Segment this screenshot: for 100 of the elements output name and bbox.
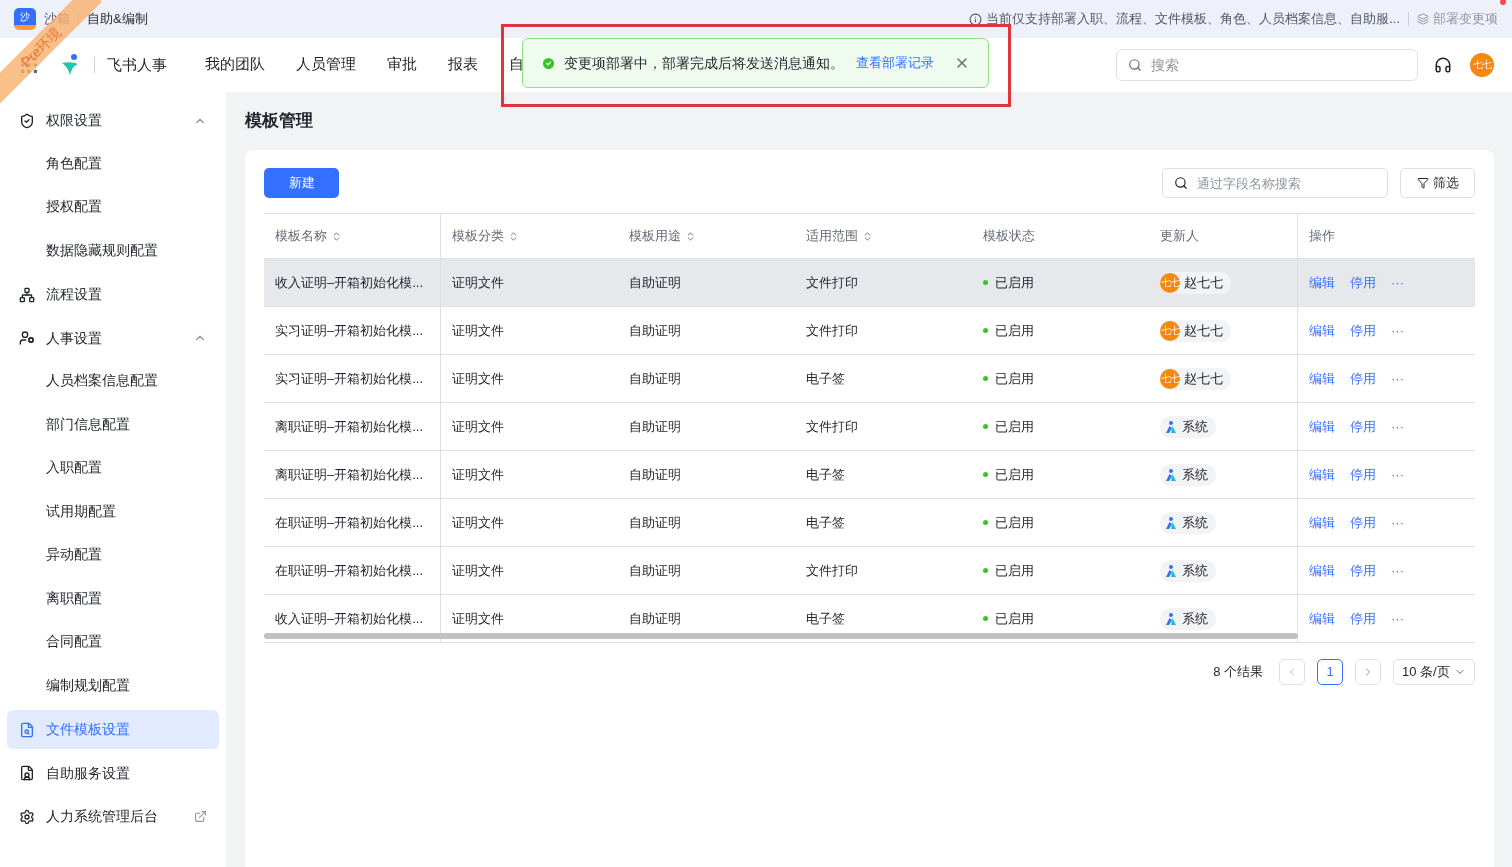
updater-name: 系统 [1182, 465, 1208, 484]
action-link[interactable]: 编辑 [1309, 416, 1335, 437]
scrollbar[interactable] [264, 633, 1298, 639]
menu-icon [19, 286, 35, 303]
action-link[interactable]: ··· [1391, 512, 1404, 533]
avatar: 七七 [1470, 53, 1494, 77]
support-icon[interactable] [1434, 56, 1452, 74]
sidebar-subitem[interactable]: 离职配置 [7, 579, 219, 619]
column-header: 更新人 [1160, 227, 1199, 246]
table-row[interactable]: 离职证明–开箱初始化模... 证明文件 自助证明 电子签 已启用 系统 编辑 停用 ··· [264, 451, 1475, 499]
updater-name: 赵七七 [1184, 321, 1223, 340]
table-row[interactable]: 在职证明–开箱初始化模... 证明文件 自助证明 文件打印 已启用 系统 编辑 停用 ··· [264, 547, 1475, 595]
status-text: 已启用 [995, 273, 1034, 292]
column-header: 操作 [1309, 227, 1335, 246]
action-link[interactable]: 停用 [1350, 416, 1376, 437]
field-search[interactable]: 通过字段名称搜索 [1162, 168, 1388, 198]
avatar: 七七 [1160, 368, 1180, 389]
sidebar-subitem[interactable]: 部门信息配置 [7, 405, 219, 445]
toast-message: 变更项部署中，部署完成后将发送消息通知。 [564, 53, 844, 73]
action-link[interactable]: ··· [1391, 608, 1404, 629]
search-field[interactable]: 搜索 [1116, 49, 1418, 81]
table-row[interactable]: 在职证明–开箱初始化模... 证明文件 自助证明 电子签 已启用 系统 编辑 停用 ··· [264, 499, 1475, 547]
updater-name: 赵七七 [1184, 273, 1223, 292]
menu-icon [19, 765, 35, 781]
action-link[interactable]: 编辑 [1309, 368, 1335, 389]
next-page-button[interactable] [1355, 659, 1381, 685]
system-icon [1164, 515, 1178, 530]
sidebar-item[interactable]: 权限设置 [7, 101, 219, 140]
action-link[interactable]: ··· [1391, 320, 1404, 341]
action-link[interactable]: 编辑 [1309, 464, 1335, 485]
table-cell-text: 证明文件 [452, 561, 504, 580]
action-link[interactable]: 停用 [1350, 272, 1376, 293]
sidebar-item[interactable]: 文件模板设置 [7, 710, 219, 749]
action-link[interactable]: 编辑 [1309, 320, 1335, 341]
updater-name: 系统 [1182, 609, 1208, 628]
nav-tab[interactable]: 人员管理 [296, 38, 356, 92]
nav-tab[interactable]: 我的团队 [205, 38, 265, 92]
action-link[interactable]: 停用 [1350, 320, 1376, 341]
sidebar-subitem[interactable]: 授权配置 [7, 188, 219, 227]
action-link[interactable]: 编辑 [1309, 608, 1335, 629]
sidebar-subitem[interactable]: 入职配置 [7, 449, 219, 488]
sidebar-subitem[interactable]: 角色配置 [7, 144, 219, 184]
table-row[interactable]: 实习证明–开箱初始化模... 证明文件 自助证明 文件打印 已启用 七七 赵七七 编辑 停用 ··· [264, 307, 1475, 355]
table-row[interactable]: 实习证明–开箱初始化模... 证明文件 自助证明 电子签 已启用 七七 赵七七 编辑 停用 ··· [264, 355, 1475, 403]
sidebar-item[interactable]: 人事设置 [7, 318, 219, 358]
table-cell-text: 证明文件 [452, 273, 504, 292]
sidebar-item[interactable]: 自助服务设置 [7, 753, 219, 793]
action-link[interactable]: 停用 [1350, 368, 1376, 389]
action-link[interactable]: ··· [1391, 368, 1404, 389]
action-link[interactable]: ··· [1391, 464, 1404, 485]
system-icon [1164, 419, 1178, 434]
action-link[interactable]: 编辑 [1309, 512, 1335, 533]
sort-icon[interactable] [331, 230, 342, 242]
table-cell-text: 自助证明 [629, 561, 681, 580]
table-cell-text: 自助证明 [629, 513, 681, 532]
notice-text: 当前仅支持部署入职、流程、文件模板、角色、人员档案信息、自助服... [986, 10, 1400, 29]
action-link[interactable]: ··· [1391, 560, 1404, 581]
deploy-icon [1417, 13, 1429, 25]
table-cell-text: 自助证明 [629, 321, 681, 340]
prev-page-button[interactable] [1279, 659, 1305, 685]
action-link[interactable]: 编辑 [1309, 272, 1335, 293]
filter-button[interactable]: 筛选 [1400, 168, 1475, 198]
action-link[interactable]: 停用 [1350, 464, 1376, 485]
sort-icon[interactable] [685, 230, 696, 242]
search-icon [1174, 176, 1188, 190]
status-text: 已启用 [995, 465, 1034, 484]
status-text: 已启用 [995, 417, 1034, 436]
menu-icon [19, 330, 35, 346]
page-size-select[interactable]: 10 条/页 [1393, 659, 1475, 685]
avatar: 七七 [1160, 320, 1180, 341]
action-link[interactable]: 停用 [1350, 560, 1376, 581]
new-button[interactable]: 新建 [264, 168, 339, 198]
table-cell-text: 文件打印 [806, 321, 858, 340]
sort-icon[interactable] [862, 230, 873, 242]
deploy-record-link[interactable]: 查看部署记录 [856, 53, 934, 73]
sidebar-item[interactable]: 人力系统管理后台 [7, 797, 219, 836]
page-button[interactable]: 1 [1317, 659, 1343, 685]
sidebar-item[interactable]: 流程设置 [7, 275, 219, 314]
table-row[interactable]: 收入证明–开箱初始化模... 证明文件 自助证明 文件打印 已启用 七七 赵七七 编辑 停用 ··· [264, 259, 1475, 307]
table-row[interactable]: 离职证明–开箱初始化模... 证明文件 自助证明 文件打印 已启用 系统 编辑 停用 ··· [264, 403, 1475, 451]
sidebar-subitem[interactable]: 人员档案信息配置 [7, 362, 219, 401]
action-link[interactable]: 停用 [1350, 512, 1376, 533]
table-cell-text: 在职证明–开箱初始化模... [275, 561, 424, 580]
action-link[interactable]: ··· [1391, 416, 1404, 437]
sidebar-subitem[interactable]: 异动配置 [7, 536, 219, 575]
action-link[interactable]: 停用 [1350, 608, 1376, 629]
updater-name: 系统 [1182, 561, 1208, 580]
nav-tab[interactable]: 审批 [387, 38, 417, 92]
nav-tab[interactable]: 自 [509, 38, 524, 92]
sidebar-subitem[interactable]: 编制规划配置 [7, 666, 219, 706]
sidebar-subitem[interactable]: 试用期配置 [7, 492, 219, 532]
sort-icon[interactable] [508, 230, 519, 242]
nav-tab[interactable]: 报表 [448, 38, 478, 92]
sidebar-subitem[interactable]: 合同配置 [7, 623, 219, 662]
column-header: 模板用途 [629, 227, 681, 246]
table-cell-text: 文件打印 [806, 417, 858, 436]
sidebar-subitem[interactable]: 数据隐藏规则配置 [7, 231, 219, 271]
status-text: 已启用 [995, 609, 1034, 628]
search-icon [1128, 58, 1142, 72]
action-link[interactable]: 编辑 [1309, 560, 1335, 581]
